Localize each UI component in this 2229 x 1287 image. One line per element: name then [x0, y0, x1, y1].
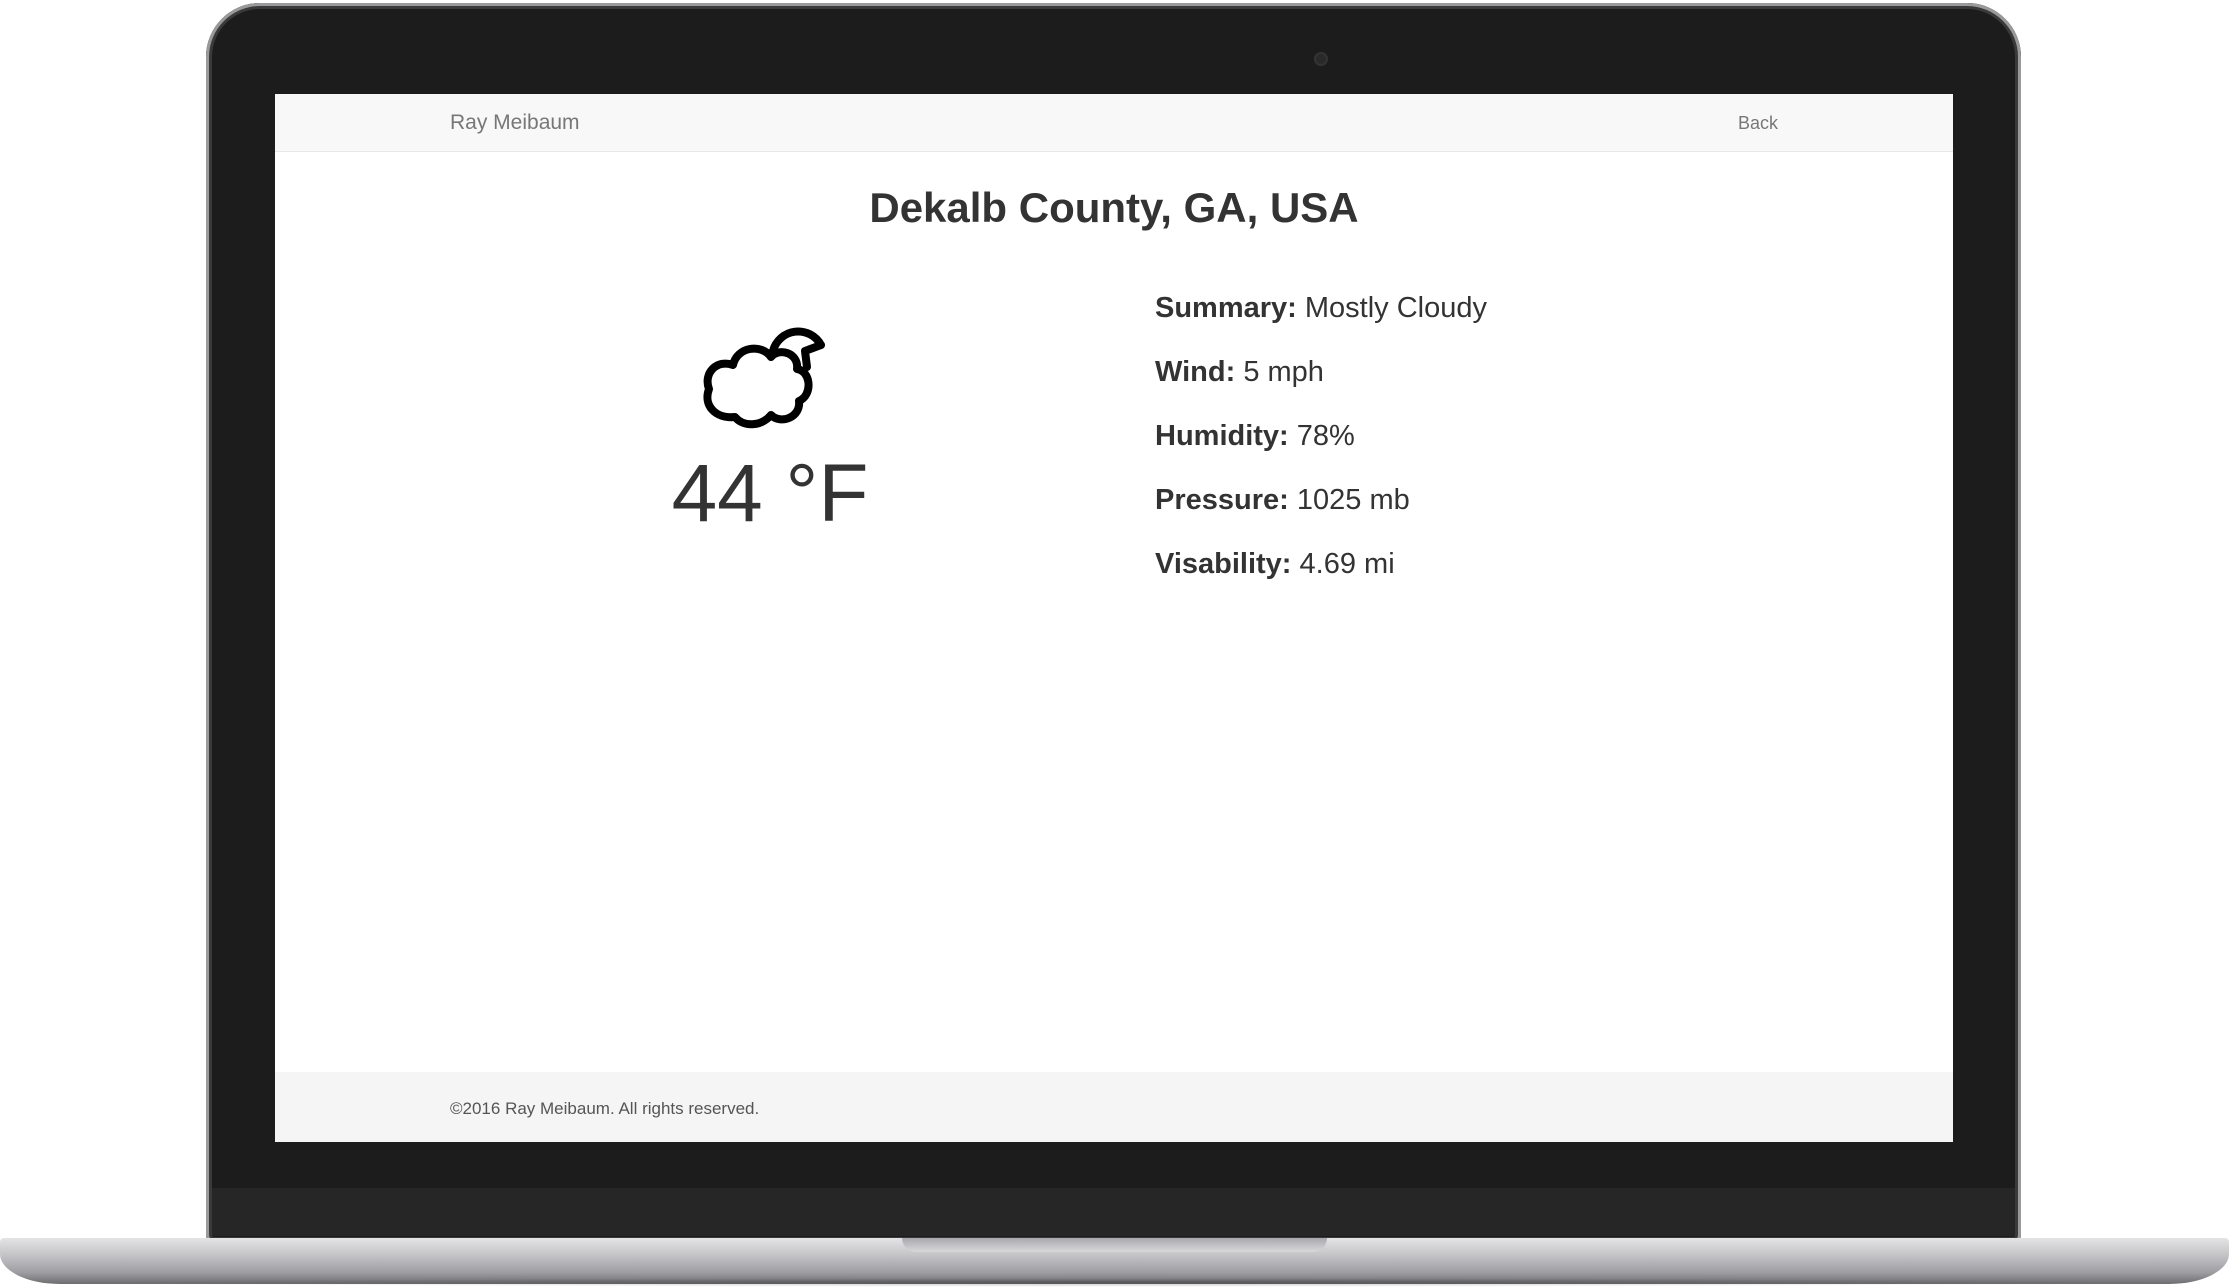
detail-summary: Summary: Mostly Cloudy [1155, 289, 1755, 353]
laptop-base-notch [902, 1238, 1327, 1252]
detail-value: 1025 mb [1296, 484, 1410, 516]
detail-label: Summary: [1155, 292, 1297, 324]
laptop-shadow [60, 1278, 2169, 1287]
detail-value: 5 mph [1243, 356, 1324, 388]
detail-label: Visability: [1155, 548, 1292, 580]
footer: ©2016 Ray Meibaum. All rights reserved. [275, 1072, 1953, 1142]
back-link[interactable]: Back [1738, 113, 1778, 134]
browser-screen: Ray Meibaum Back Dekalb County, GA, USA … [275, 94, 1953, 1142]
temperature-value: 44 °F [671, 448, 869, 539]
copyright-text: ©2016 Ray Meibaum. All rights reserved. [450, 1099, 760, 1118]
detail-value: 78% [1296, 420, 1355, 452]
camera [1314, 52, 1328, 66]
laptop-bezel-bottom [212, 1188, 2015, 1236]
detail-label: Pressure: [1155, 484, 1289, 516]
page-title: Dekalb County, GA, USA [869, 184, 1359, 231]
brand-link[interactable]: Ray Meibaum [450, 111, 580, 135]
weather-details: Summary: Mostly Cloudy Wind: 5 mph Humid… [1155, 289, 1755, 609]
detail-humidity: Humidity: 78% [1155, 417, 1755, 481]
detail-pressure: Pressure: 1025 mb [1155, 481, 1755, 545]
navbar: Ray Meibaum Back [275, 94, 1953, 152]
detail-label: Wind: [1155, 356, 1236, 388]
partly-cloudy-icon [703, 327, 825, 429]
detail-label: Humidity: [1155, 420, 1289, 452]
detail-value: 4.69 mi [1299, 548, 1395, 580]
detail-value: Mostly Cloudy [1304, 292, 1488, 324]
detail-wind: Wind: 5 mph [1155, 353, 1755, 417]
detail-visibility: Visability: 4.69 mi [1155, 545, 1755, 609]
